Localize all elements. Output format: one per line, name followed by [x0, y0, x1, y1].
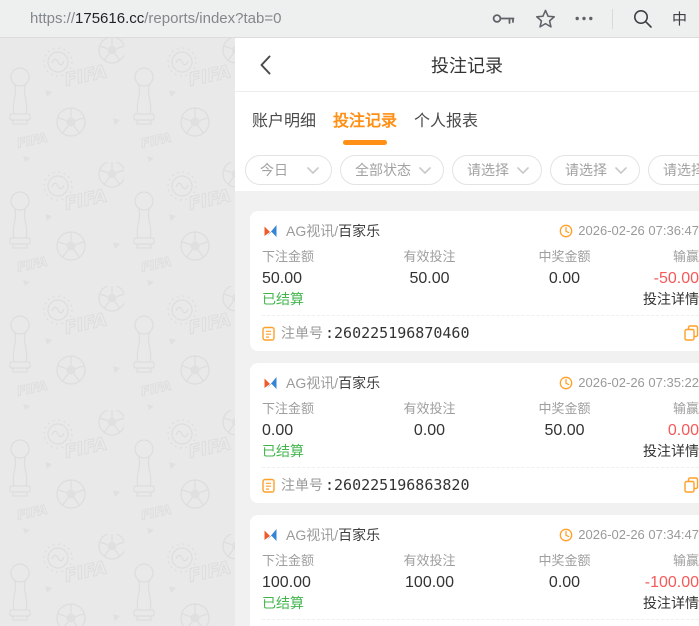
bet-amount-label: 下注金额 — [262, 553, 315, 568]
game-name: 百家乐 — [338, 222, 381, 239]
filter-dropdown[interactable]: 今日 — [245, 155, 332, 185]
valid-bet-label: 有效投注 — [403, 553, 456, 568]
bet-amount-value: 0.00 — [262, 422, 294, 439]
order-note-icon — [262, 326, 275, 341]
tab-item[interactable]: 账户明细 — [252, 107, 316, 150]
filter-dropdown[interactable]: 请选择 — [452, 155, 542, 185]
clock-icon — [559, 224, 573, 237]
win-loss-label: 输赢 — [672, 401, 699, 416]
ag-provider-logo-icon — [262, 375, 279, 391]
record-header: AG视讯 / 百家乐 2026-02-26 07:35:22 — [262, 372, 699, 393]
win-loss-label: 输赢 — [672, 553, 699, 568]
reports-panel: 投注记录 账户明细 投注记录 个人报表 今日 全部状态 请选择 请选择 请选择 … — [235, 38, 699, 626]
valid-bet-label: 有效投注 — [403, 401, 456, 416]
bet-record-card: AG视讯 / 百家乐 2026-02-26 07:36:47 下注金额 50.00 … — [250, 211, 699, 351]
chevron-down-icon — [615, 166, 627, 174]
record-header: AG视讯 / 百家乐 2026-02-26 07:34:47 — [262, 524, 699, 545]
settled-status-badge: 已结算 — [262, 443, 304, 459]
url-host: 175616.cc — [75, 10, 145, 27]
language-button[interactable]: 中 — [672, 8, 687, 29]
search-icon[interactable] — [632, 8, 653, 29]
filter-dropdown-label: 请选择 — [565, 162, 607, 178]
prize-amount-label: 中奖金额 — [538, 553, 591, 568]
bet-record-card: AG视讯 / 百家乐 2026-02-26 07:34:47 下注金额 100.00 — [250, 515, 699, 626]
copy-icon[interactable] — [684, 325, 699, 341]
valid-bet-value: 50.00 — [409, 270, 450, 287]
win-loss-value: -100.00 — [644, 574, 699, 591]
prize-amount-value: 50.00 — [544, 422, 585, 439]
chevron-down-icon — [419, 166, 431, 174]
filter-dropdown[interactable]: 全部状态 — [340, 155, 444, 185]
record-timestamp: 2026-02-26 07:35:22 — [578, 375, 699, 390]
amounts-grid: 下注金额 0.00 有效投注 0.00 中奖金额 50.00 输赢 0.00 — [262, 401, 699, 440]
prize-amount-value: 0.00 — [548, 574, 581, 591]
page-header: 投注记录 — [235, 38, 699, 92]
prize-amount-value: 0.00 — [548, 270, 581, 287]
record-timestamp: 2026-02-26 07:36:47 — [578, 223, 699, 238]
fifa-watermark-svg: FIFA FIFA — [0, 38, 235, 626]
win-loss-value: 0.00 — [667, 422, 699, 439]
tab-item[interactable]: 投注记录 — [333, 107, 397, 150]
game-name: 百家乐 — [338, 374, 381, 391]
bookmark-star-icon[interactable] — [535, 9, 556, 29]
filter-dropdown-label: 今日 — [260, 162, 288, 178]
url-text[interactable]: https://175616.cc/reports/index?tab=0 — [30, 10, 492, 27]
order-number-value: :260225196863820 — [325, 476, 470, 494]
win-loss-label: 输赢 — [672, 249, 699, 264]
filter-dropdown-label: 请选择 — [467, 162, 509, 178]
page-title: 投注记录 — [431, 55, 503, 76]
toolbar-divider — [611, 8, 613, 29]
order-note-icon — [262, 478, 275, 493]
order-number-label: 注单号 — [281, 477, 323, 493]
win-loss-value: -50.00 — [653, 270, 699, 287]
order-number-label: 注单号 — [281, 325, 323, 341]
provider-name: AG视讯 — [286, 526, 335, 543]
chevron-down-icon — [307, 166, 319, 174]
record-timestamp: 2026-02-26 07:34:47 — [578, 527, 699, 542]
valid-bet-label: 有效投注 — [403, 249, 456, 264]
browser-address-bar[interactable]: https://175616.cc/reports/index?tab=0 中 — [0, 0, 699, 38]
ag-provider-logo-icon — [262, 527, 279, 543]
browser-menu-dots-icon[interactable] — [575, 16, 593, 21]
settled-status-badge: 已结算 — [262, 595, 304, 611]
record-header: AG视讯 / 百家乐 2026-02-26 07:36:47 — [262, 220, 699, 241]
filter-dropdown-label: 全部状态 — [355, 162, 411, 178]
order-number-value: :260225196870460 — [325, 324, 470, 342]
bet-record-card: AG视讯 / 百家乐 2026-02-26 07:35:22 下注金额 0.00 有… — [250, 363, 699, 503]
filter-dropdown[interactable]: 请选择 — [648, 155, 699, 185]
bet-detail-link[interactable]: 投注详情 — [643, 594, 699, 613]
provider-name: AG视讯 — [286, 374, 335, 391]
provider-name: AG视讯 — [286, 222, 335, 239]
fifa-pattern-background: FIFA FIFA — [0, 38, 235, 626]
bet-record-list: AG视讯 / 百家乐 2026-02-26 07:36:47 下注金额 50.00 … — [235, 191, 699, 626]
url-path: /reports/index?tab=0 — [144, 10, 282, 27]
chevron-down-icon — [517, 166, 529, 174]
ag-provider-logo-icon — [262, 223, 279, 239]
filter-dropdown-label: 请选择 — [663, 162, 699, 178]
bet-amount-value: 100.00 — [262, 574, 311, 591]
valid-bet-value: 0.00 — [413, 422, 446, 439]
prize-amount-label: 中奖金额 — [538, 249, 591, 264]
bet-detail-link[interactable]: 投注详情 — [643, 442, 699, 461]
tab-bar: 账户明细 投注记录 个人报表 — [235, 92, 699, 150]
amounts-grid: 下注金额 100.00 有效投注 100.00 中奖金额 0.00 输赢 -10… — [262, 553, 699, 592]
password-key-icon[interactable] — [492, 12, 516, 25]
clock-icon — [559, 528, 573, 541]
tab-item[interactable]: 个人报表 — [414, 107, 478, 150]
prize-amount-label: 中奖金额 — [538, 401, 591, 416]
copy-icon[interactable] — [684, 477, 699, 493]
filter-bar: 今日 全部状态 请选择 请选择 请选择 — [235, 150, 699, 191]
valid-bet-value: 100.00 — [405, 574, 454, 591]
game-name: 百家乐 — [338, 526, 381, 543]
settled-status-badge: 已结算 — [262, 291, 304, 307]
bet-amount-value: 50.00 — [262, 270, 303, 287]
filter-dropdown[interactable]: 请选择 — [550, 155, 640, 185]
bet-amount-label: 下注金额 — [262, 401, 315, 416]
bet-detail-link[interactable]: 投注详情 — [643, 290, 699, 309]
back-button[interactable] — [259, 55, 271, 75]
bet-amount-label: 下注金额 — [262, 249, 315, 264]
amounts-grid: 下注金额 50.00 有效投注 50.00 中奖金额 0.00 输赢 -50.0… — [262, 249, 699, 288]
clock-icon — [559, 376, 573, 389]
url-scheme: https:// — [30, 10, 76, 27]
